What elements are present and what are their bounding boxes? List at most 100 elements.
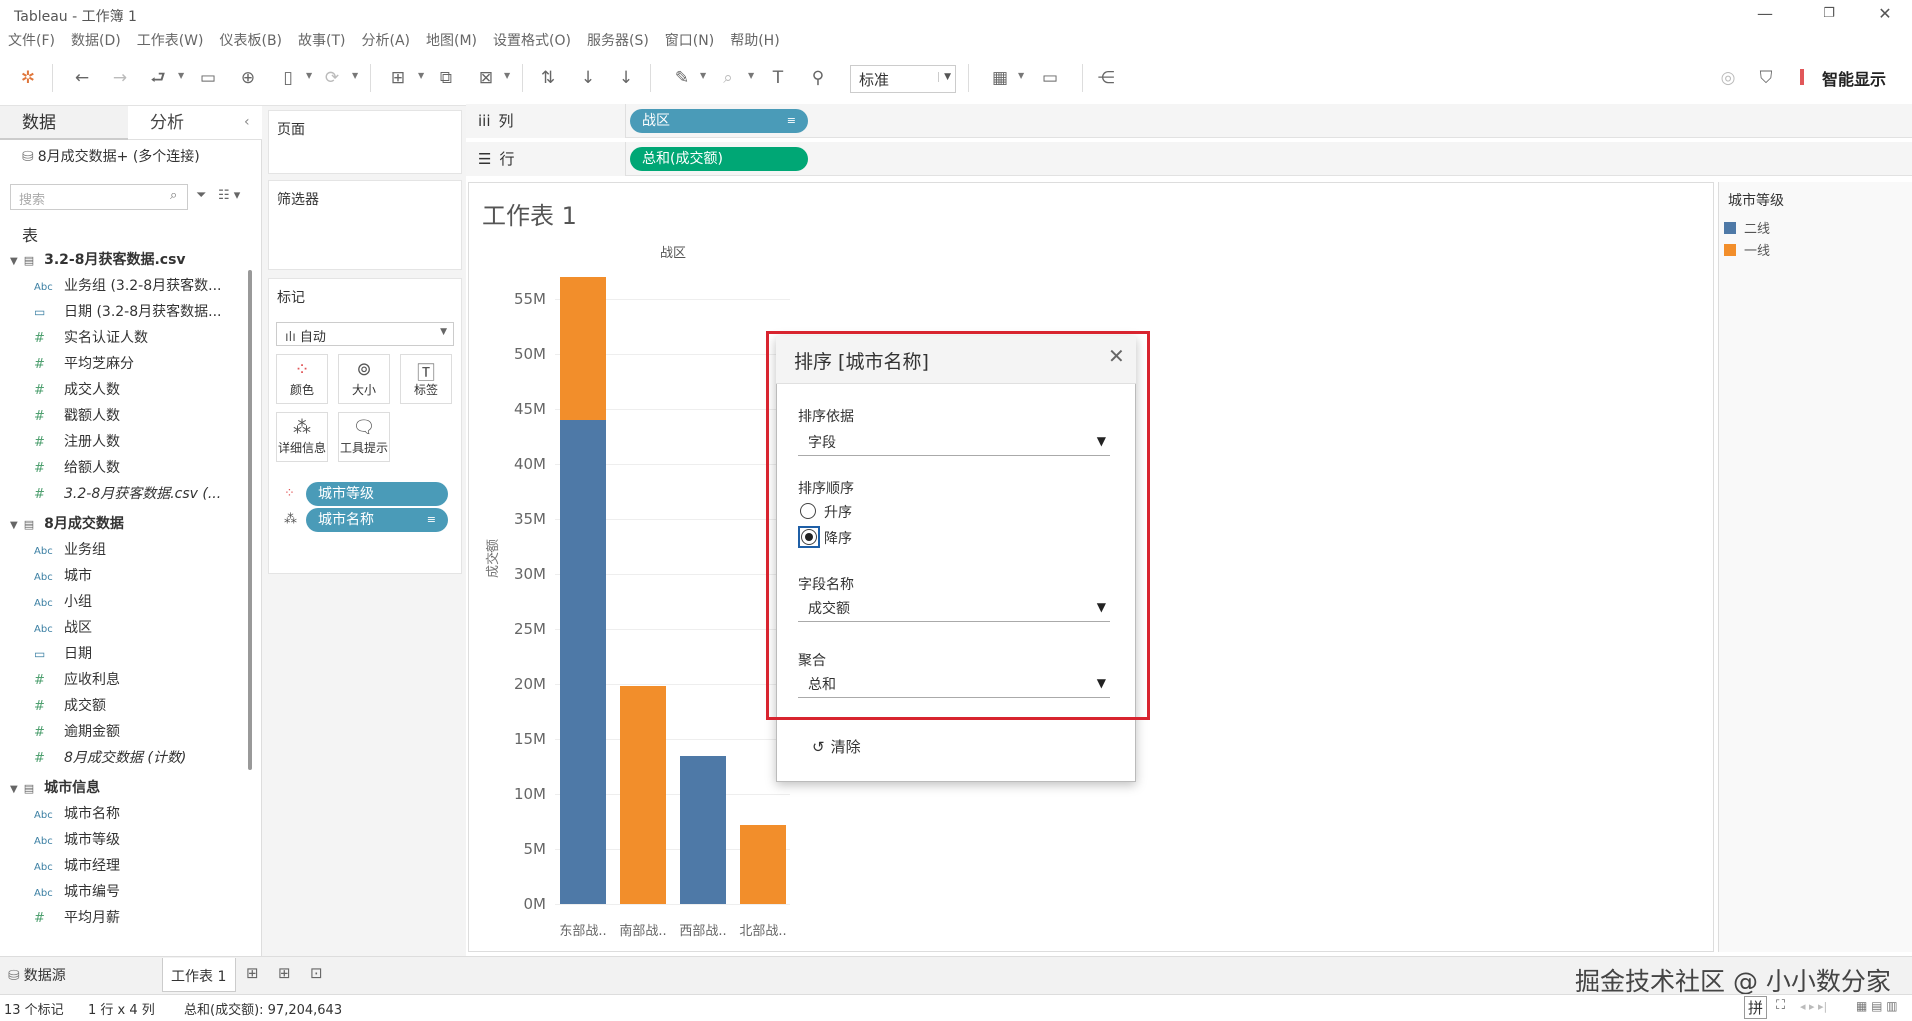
field-item[interactable]: # 注册人数 xyxy=(10,429,242,455)
new-story-icon[interactable]: ⊡ xyxy=(310,964,323,982)
sort-desc-icon[interactable]: ↓ xyxy=(614,66,638,90)
show-cards-icon[interactable]: ▦ xyxy=(988,66,1012,90)
sheet-tab[interactable]: 工作表 1 xyxy=(162,958,236,992)
field-item[interactable]: # 平均芝麻分 xyxy=(10,351,242,377)
new-worksheet-icon[interactable]: ⊞ xyxy=(246,964,259,982)
table-group[interactable]: ▼ ▤ 8月成交数据 xyxy=(10,511,242,537)
field-item[interactable]: Abc 业务组 (3.2-8月获客数... xyxy=(10,273,242,299)
pill-sum-amount[interactable]: 总和(成交额) xyxy=(630,147,808,171)
menu-server[interactable]: 服务器(S) xyxy=(587,28,649,54)
new-datasource-icon[interactable]: ⊕ xyxy=(236,66,260,90)
clear-sheet-icon[interactable]: ⊠ xyxy=(474,66,498,90)
collapse-icon[interactable]: ‹ xyxy=(244,114,250,130)
pill-war-zone[interactable]: 战区 ≡ xyxy=(630,109,808,133)
group-icon[interactable]: ⌕ xyxy=(716,66,740,90)
close-icon[interactable]: ✕ xyxy=(1862,2,1908,26)
field-item[interactable]: ▭ 日期 (3.2-8月获客数据... xyxy=(10,299,242,325)
undo-icon[interactable]: ← xyxy=(70,66,94,90)
field-item[interactable]: Abc 城市等级 xyxy=(10,827,242,853)
detail-button[interactable]: ⁂ 详细信息 xyxy=(276,412,328,462)
bar-一线-1[interactable] xyxy=(620,686,666,904)
restore-icon[interactable]: ❐ xyxy=(1806,2,1852,26)
new-dashboard-icon[interactable]: ⊞ xyxy=(278,964,291,982)
label-button[interactable]: 🅃 标签 xyxy=(400,354,452,404)
bar-二线-0[interactable] xyxy=(560,420,606,904)
pill-city-name[interactable]: 城市名称 ≡ xyxy=(306,508,448,532)
save-replay-icon[interactable]: ⮐ xyxy=(146,66,170,90)
menu-dashboard[interactable]: 仪表板(B) xyxy=(219,28,282,54)
menu-window[interactable]: 窗口(N) xyxy=(665,28,714,54)
pause-updates-icon[interactable]: ▯ xyxy=(276,66,300,90)
sort-asc-icon[interactable]: ↓ xyxy=(576,66,600,90)
labels-icon[interactable]: T xyxy=(766,66,790,90)
tooltip-button[interactable]: 🗨 工具提示 xyxy=(338,412,390,462)
field-item[interactable]: #8月成交数据 (计数) xyxy=(10,745,242,771)
minimize-icon[interactable]: — xyxy=(1742,2,1788,26)
share-icon[interactable]: ⋲ xyxy=(1094,66,1118,90)
size-button[interactable]: ⊚ 大小 xyxy=(338,354,390,404)
tab-data[interactable]: 数据 xyxy=(0,106,128,140)
show-me-button[interactable]: 智能显示 xyxy=(1822,66,1886,90)
legend-item[interactable]: 一线 xyxy=(1724,240,1770,259)
field-item[interactable]: # 戳额人数 xyxy=(10,403,242,429)
presentation-icon[interactable]: ▭ xyxy=(1038,66,1062,90)
filter-icon[interactable]: ⏷ xyxy=(196,188,206,203)
duplicate-sheet-icon[interactable]: ⧉ xyxy=(434,66,458,90)
menu-data[interactable]: 数据(D) xyxy=(71,28,121,54)
ask-data-icon[interactable]: ◎ xyxy=(1716,66,1740,90)
menu-file[interactable]: 文件(F) xyxy=(8,28,55,54)
filters-card[interactable]: 筛选器 xyxy=(268,180,462,270)
format-painter-icon[interactable]: ⛉ xyxy=(1754,66,1778,90)
menu-help[interactable]: 帮助(H) xyxy=(730,28,779,54)
tab-analysis[interactable]: 分析 xyxy=(128,106,262,140)
view-mode-icons[interactable]: ▦ ▤ ▥ xyxy=(1856,999,1898,1013)
field-item[interactable]: Abc 城市经理 xyxy=(10,853,242,879)
redo-icon[interactable]: → xyxy=(108,66,132,90)
menu-map[interactable]: 地图(M) xyxy=(426,28,477,54)
swap-icon[interactable]: ⇅ xyxy=(536,66,560,90)
menu-story[interactable]: 故事(T) xyxy=(298,28,345,54)
datasource-tab[interactable]: ⛁ 数据源 xyxy=(8,965,66,985)
menu-analysis[interactable]: 分析(A) xyxy=(362,28,411,54)
menu-worksheet[interactable]: 工作表(W) xyxy=(137,28,204,54)
clear-button[interactable]: ↺ 清除 xyxy=(812,736,861,757)
nav-arrows[interactable]: ◂ ▸ ▸| xyxy=(1800,1000,1827,1013)
search-input[interactable]: 搜索 xyxy=(10,184,188,210)
pages-card[interactable]: 页面 xyxy=(268,110,462,174)
bar-一线-3[interactable] xyxy=(740,824,786,904)
legend-item[interactable]: 二线 xyxy=(1724,218,1770,237)
save-icon[interactable]: ▭ xyxy=(196,66,220,90)
field-item[interactable]: Abc 战区 xyxy=(10,615,242,641)
field-item[interactable]: # 实名认证人数 xyxy=(10,325,242,351)
field-item[interactable]: Abc 小组 xyxy=(10,589,242,615)
tableau-logo-icon[interactable]: ✲ xyxy=(16,66,40,90)
view-options-icon[interactable]: ☷ ▾ xyxy=(218,188,240,203)
field-item[interactable]: Abc 城市 xyxy=(10,563,242,589)
fit-select[interactable]: 标准 ▼ xyxy=(850,65,956,93)
pill-city-level[interactable]: 城市等级 xyxy=(306,482,448,506)
field-item[interactable]: # 逾期金额 xyxy=(10,719,242,745)
refresh-icon[interactable]: ⟳ xyxy=(320,66,344,90)
field-item[interactable]: # 应收利息 xyxy=(10,667,242,693)
bar-二线-2[interactable] xyxy=(680,755,726,904)
field-list-scrollbar[interactable] xyxy=(248,270,252,770)
mark-type-select[interactable]: ılı 自动 ▼ xyxy=(276,322,454,346)
fix-axes-icon[interactable]: ⚲ xyxy=(806,66,830,90)
field-item[interactable]: ▭ 日期 xyxy=(10,641,242,667)
connection-label[interactable]: ⛁ 8月成交数据+ (多个连接) xyxy=(22,146,200,166)
grid-view-icon[interactable]: 拼 xyxy=(1744,996,1768,1019)
field-item[interactable]: # 成交额 xyxy=(10,693,242,719)
fit-icon[interactable]: ⛶ xyxy=(1776,998,1785,1013)
table-group[interactable]: ▼ ▤ 城市信息 xyxy=(10,775,242,801)
axis-sort-icon[interactable]: ⁝ xyxy=(490,548,494,561)
new-sheet-icon[interactable]: ⊞ xyxy=(386,66,410,90)
field-item[interactable]: # 成交人数 xyxy=(10,377,242,403)
field-item[interactable]: Abc 城市名称 xyxy=(10,801,242,827)
table-group[interactable]: ▼ ▤ 3.2-8月获客数据.csv xyxy=(10,247,242,273)
field-item[interactable]: # 平均月薪 xyxy=(10,905,242,931)
field-item[interactable]: Abc 业务组 xyxy=(10,537,242,563)
field-item[interactable]: # 给额人数 xyxy=(10,455,242,481)
field-item[interactable]: #3.2-8月获客数据.csv (... xyxy=(10,481,242,507)
field-item[interactable]: Abc 城市编号 xyxy=(10,879,242,905)
menu-format[interactable]: 设置格式(O) xyxy=(493,28,571,54)
